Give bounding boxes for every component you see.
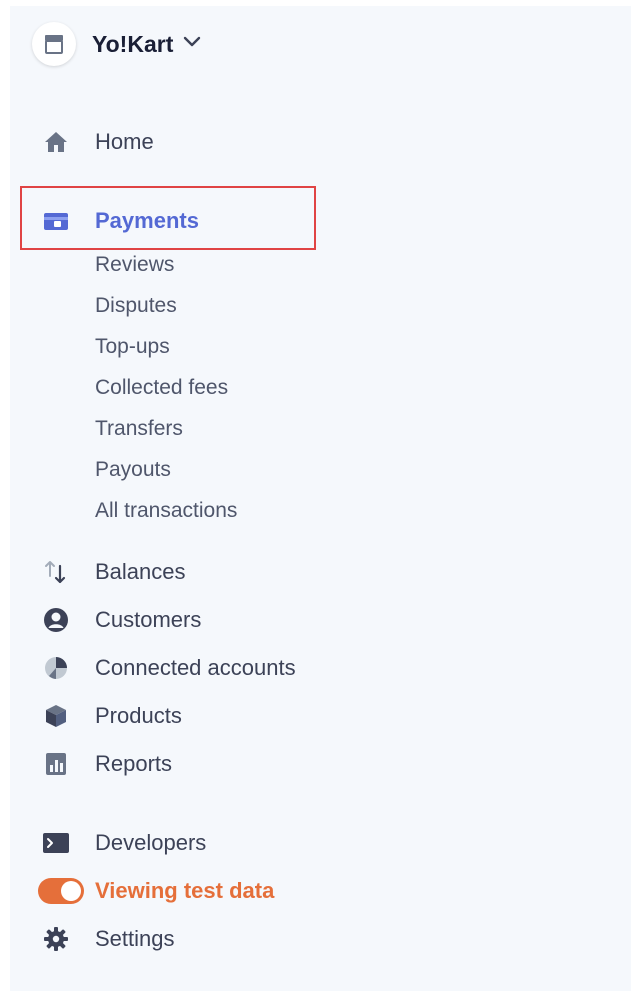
test-data-label: Viewing test data [95,878,275,903]
nav-item-settings[interactable]: Settings [10,921,410,957]
subnav-item-collected-fees[interactable]: Collected fees [95,376,228,400]
customer-icon [40,604,72,636]
account-switcher[interactable]: Yo!Kart [32,22,201,66]
nav-item-balances[interactable]: Balances [10,554,410,590]
nav-item-label: Developers [95,830,207,855]
chevron-down-icon [183,35,201,53]
nav-item-payments[interactable]: Payments [10,203,310,239]
nav-item-label: Reports [95,751,173,776]
terminal-icon [40,827,72,859]
home-icon [40,126,72,158]
nav-item-home[interactable]: Home [10,124,410,160]
subnav-item-reviews[interactable]: Reviews [95,253,174,277]
nav-item-connected-accounts[interactable]: Connected accounts [10,650,410,686]
nav-item-label: Payments [95,208,199,233]
sidebar: Yo!Kart Home Payments Reviews Disputes T… [10,6,631,991]
nav-item-reports[interactable]: Reports [10,746,410,782]
subnav-item-top-ups[interactable]: Top-ups [95,335,170,359]
account-name: Yo!Kart [92,30,174,57]
subnav-item-transfers[interactable]: Transfers [95,417,183,441]
toggle-knob [61,881,81,901]
test-data-toggle[interactable] [38,878,84,904]
nav-item-label: Home [95,129,154,154]
subnav-item-payouts[interactable]: Payouts [95,458,171,482]
nav-item-label: Products [95,703,182,728]
payments-icon [40,205,72,237]
subnav-item-disputes[interactable]: Disputes [95,294,177,318]
nav-item-label: Balances [95,559,186,584]
test-data-toggle-row[interactable]: Viewing test data [10,873,410,909]
store-icon [32,22,76,66]
nav-item-customers[interactable]: Customers [10,602,410,638]
nav-item-products[interactable]: Products [10,698,410,734]
reports-icon [40,748,72,780]
nav-item-label: Settings [95,926,175,951]
connected-accounts-icon [40,652,72,684]
gear-icon [40,923,72,955]
nav-item-developers[interactable]: Developers [10,825,410,861]
balances-icon [40,556,72,588]
product-box-icon [40,700,72,732]
nav-item-label: Connected accounts [95,655,296,680]
subnav-item-all-transactions[interactable]: All transactions [95,499,237,523]
nav-item-label: Customers [95,607,202,632]
